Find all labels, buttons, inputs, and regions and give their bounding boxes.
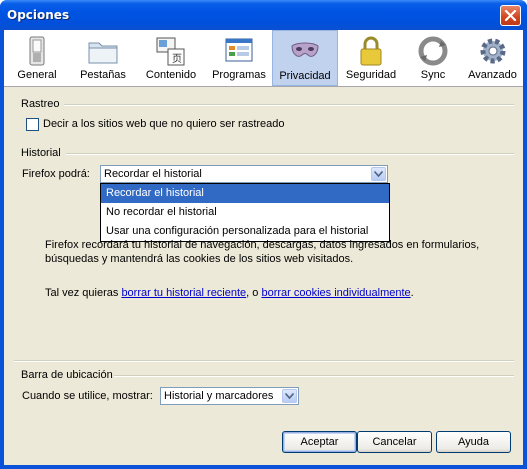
history-hint: Tal vez quieras borrar tu historial reci… (45, 287, 414, 299)
location-bar-group-label: Barra de ubicación (21, 369, 113, 381)
tab-programas[interactable]: Programas (206, 30, 272, 86)
history-mode-value: Recordar el historial (104, 168, 202, 180)
rastreo-group-label: Rastreo (21, 98, 60, 110)
location-bar-divider (114, 375, 514, 377)
close-button[interactable] (500, 5, 521, 26)
history-option-recordar[interactable]: Recordar el historial (101, 184, 389, 203)
folder-tabs-icon (88, 42, 118, 64)
hint-middle: , o (246, 287, 262, 299)
history-mode-dropdown-list: Recordar el historial No recordar el his… (100, 183, 390, 242)
historial-divider (66, 153, 514, 155)
do-not-track-checkbox[interactable] (26, 118, 39, 131)
clear-recent-history-link[interactable]: borrar tu historial reciente (121, 287, 246, 299)
tab-contenido[interactable]: 页 Contenido (136, 30, 206, 86)
window-title: Opciones (7, 8, 70, 22)
history-mode-select[interactable]: Recordar el historial (100, 165, 388, 183)
close-icon (504, 9, 517, 22)
tab-label: Seguridad (345, 69, 397, 81)
dialog-body: General Pestañas 页 Contenido Programas P… (4, 30, 523, 465)
content-icon: 页 (156, 37, 185, 66)
tab-label: Contenido (145, 69, 197, 81)
cancel-button[interactable]: Cancelar (357, 431, 432, 453)
do-not-track-label[interactable]: Decir a los sitios web que no quiero ser… (43, 118, 285, 130)
historial-bottom-divider (14, 360, 514, 362)
history-description-line2: búsquedas y mantendrá las cookies de los… (45, 253, 354, 265)
location-bar-suggest-value: Historial y marcadores (164, 390, 274, 402)
tab-seguridad[interactable]: Seguridad (338, 30, 404, 86)
chevron-down-icon (374, 171, 383, 177)
history-mode-dropdown-button[interactable] (371, 167, 386, 181)
tab-label: Programas (212, 69, 266, 81)
mask-icon (291, 42, 319, 57)
sync-icon (418, 36, 448, 66)
tab-label: Avanzado (468, 69, 517, 81)
ok-button[interactable]: Aceptar (282, 431, 357, 453)
svg-text:页: 页 (172, 53, 182, 65)
tab-general[interactable]: General (4, 30, 70, 86)
history-option-no-recordar[interactable]: No recordar el historial (101, 203, 389, 222)
tab-privacidad[interactable]: Privacidad (272, 30, 338, 86)
tab-label: General (17, 69, 57, 81)
hint-suffix: . (410, 287, 414, 299)
history-description-line1: Firefox recordará tu historial de navega… (45, 239, 480, 251)
applications-icon (225, 38, 253, 62)
location-bar-dropdown-button[interactable] (282, 389, 297, 403)
tab-avanzado[interactable]: Avanzado (462, 30, 523, 86)
tab-sync[interactable]: Sync (404, 30, 462, 86)
tab-label: Pestañas (80, 69, 126, 81)
location-bar-suggest-select[interactable]: Historial y marcadores (160, 387, 299, 405)
preferences-toolbar: General Pestañas 页 Contenido Programas P… (4, 30, 523, 87)
tab-label: Privacidad (279, 70, 331, 82)
gear-icon (480, 38, 505, 64)
remove-cookies-link[interactable]: borrar cookies individualmente (261, 287, 410, 299)
location-bar-field-label: Cuando se utilice, mostrar: (22, 390, 153, 402)
help-button[interactable]: Ayuda (436, 431, 511, 453)
firefox-podra-label: Firefox podrá: (22, 168, 90, 180)
title-bar[interactable]: Opciones (0, 0, 527, 30)
chevron-down-icon (285, 393, 294, 399)
hint-prefix: Tal vez quieras (45, 287, 122, 299)
padlock-icon (360, 36, 382, 66)
tab-label: Sync (420, 69, 446, 81)
rastreo-divider (64, 104, 514, 106)
tab-pestanas[interactable]: Pestañas (70, 30, 136, 86)
historial-group-label: Historial (21, 147, 61, 159)
switch-icon (29, 36, 45, 66)
options-window: Opciones General Pestañas 页 Contenido Pr… (0, 0, 527, 469)
